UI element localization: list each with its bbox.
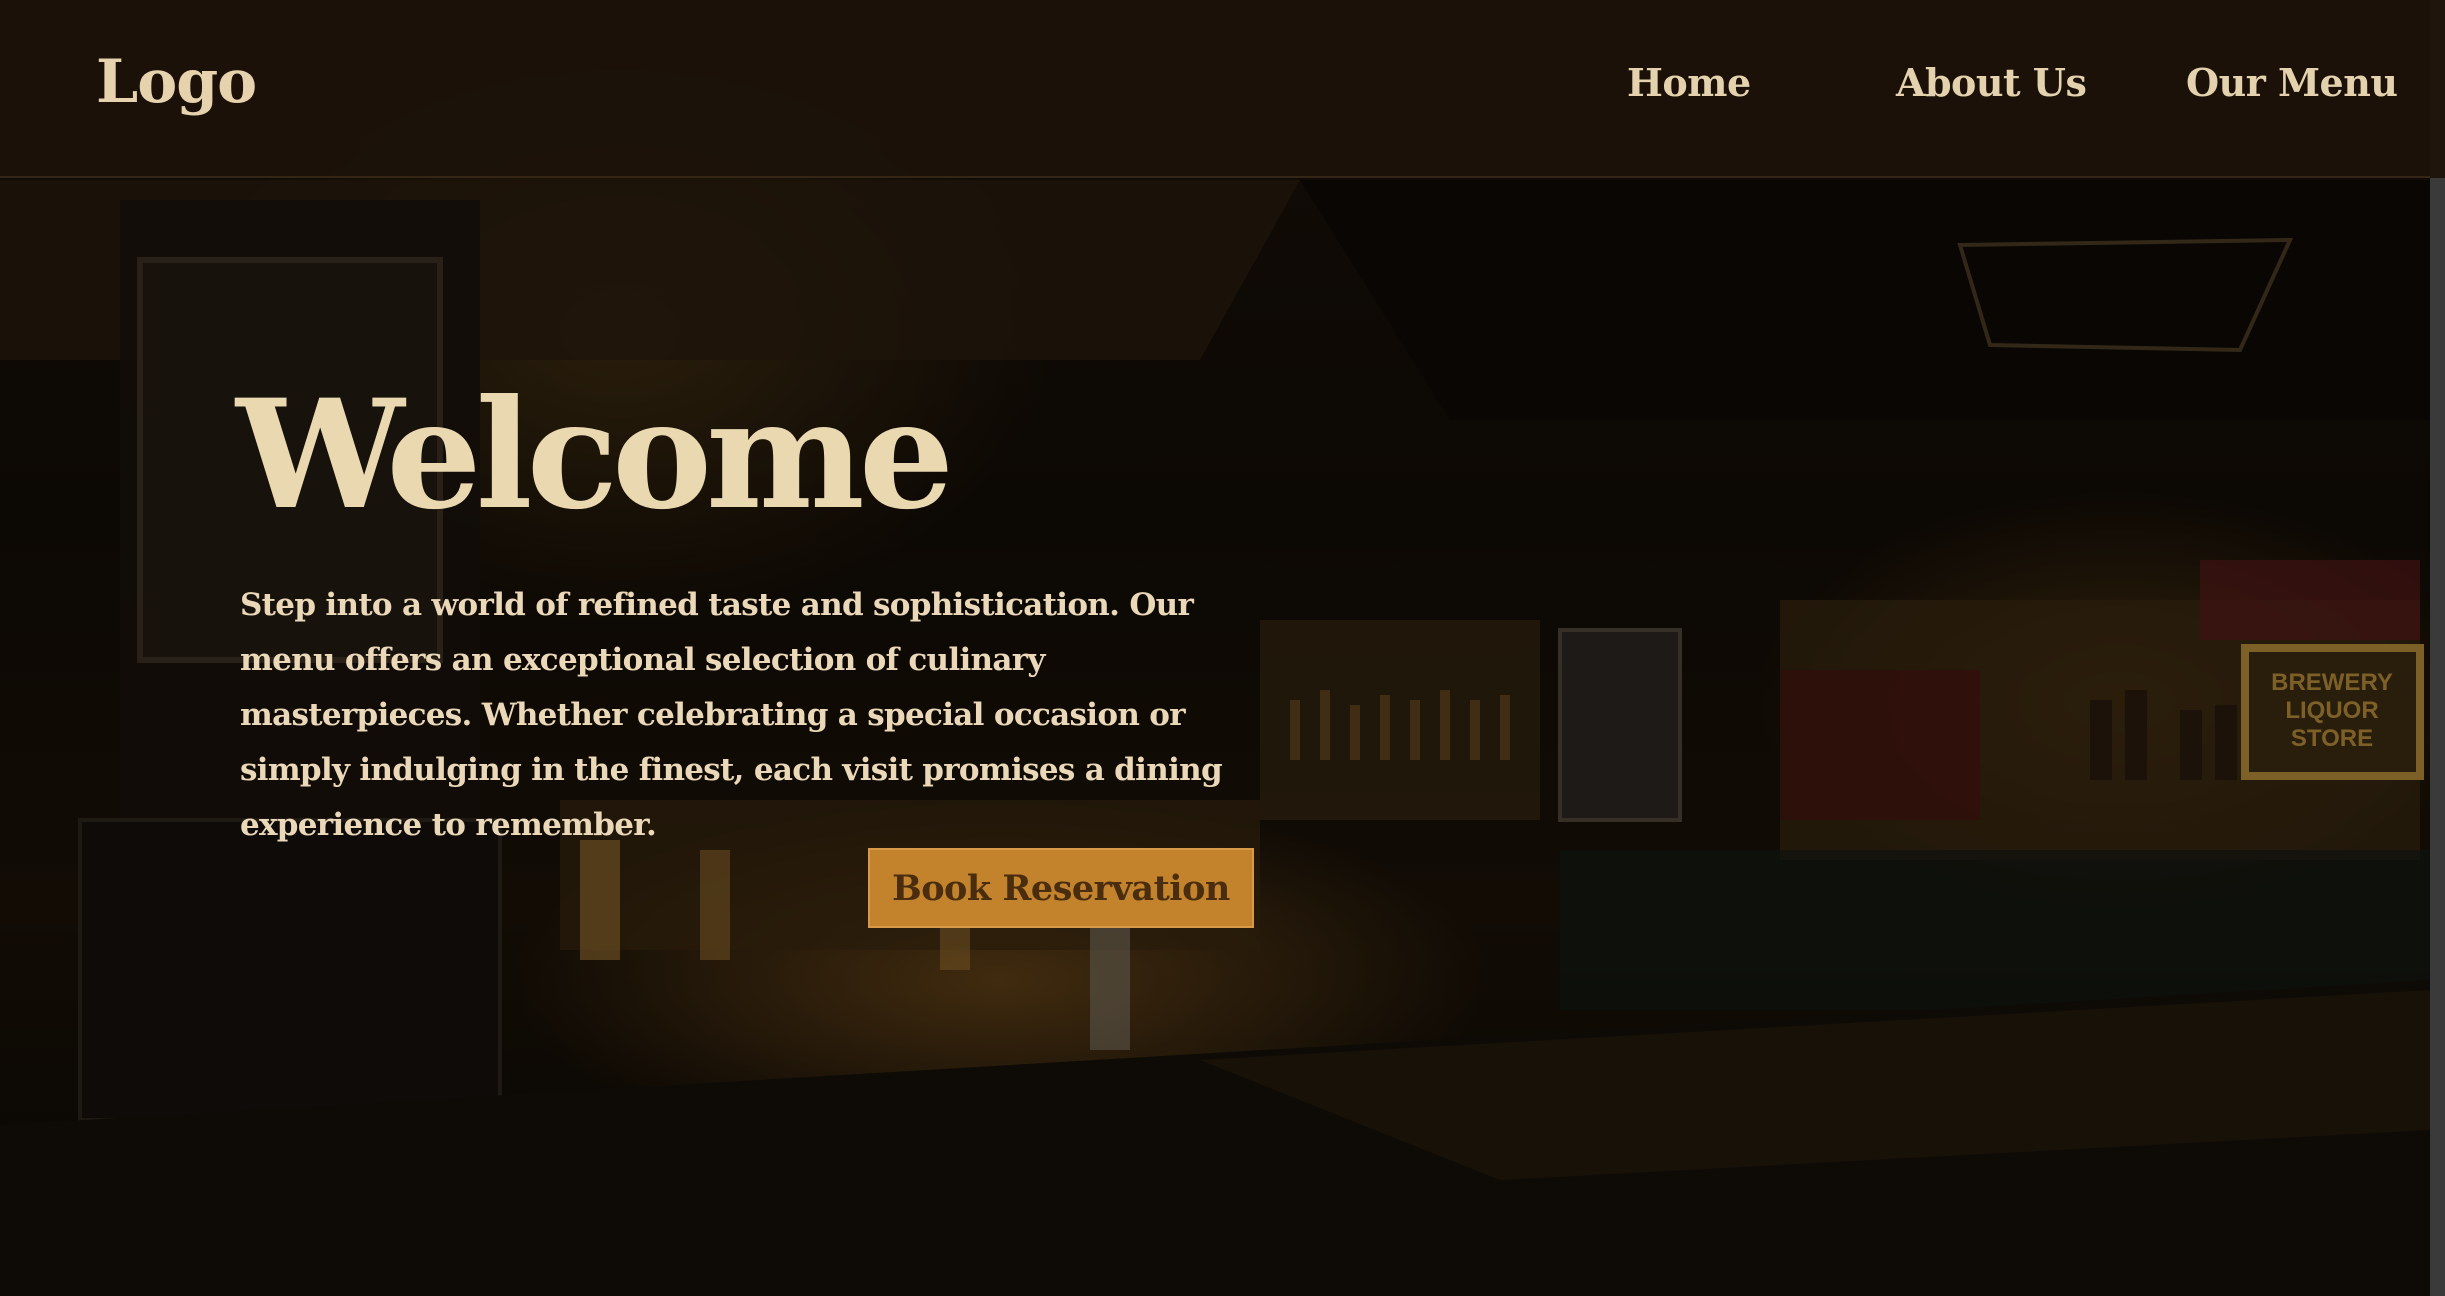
nav-link-our-menu[interactable]: Our Menu [2186,64,2398,102]
hero-title: Welcome [236,367,954,543]
hero-description: Step into a world of refined taste and s… [240,587,1223,843]
vertical-scrollbar[interactable] [2430,178,2445,1296]
site-header: Logo Home About Us Our Menu [0,0,2430,178]
nav-link-home[interactable]: Home [1627,64,1751,102]
scrollbar-track-top [2430,0,2445,178]
site-logo[interactable]: Logo [96,52,257,112]
book-reservation-button[interactable]: Book Reservation [868,848,1254,928]
nav-link-about-us[interactable]: About Us [1896,64,2087,102]
